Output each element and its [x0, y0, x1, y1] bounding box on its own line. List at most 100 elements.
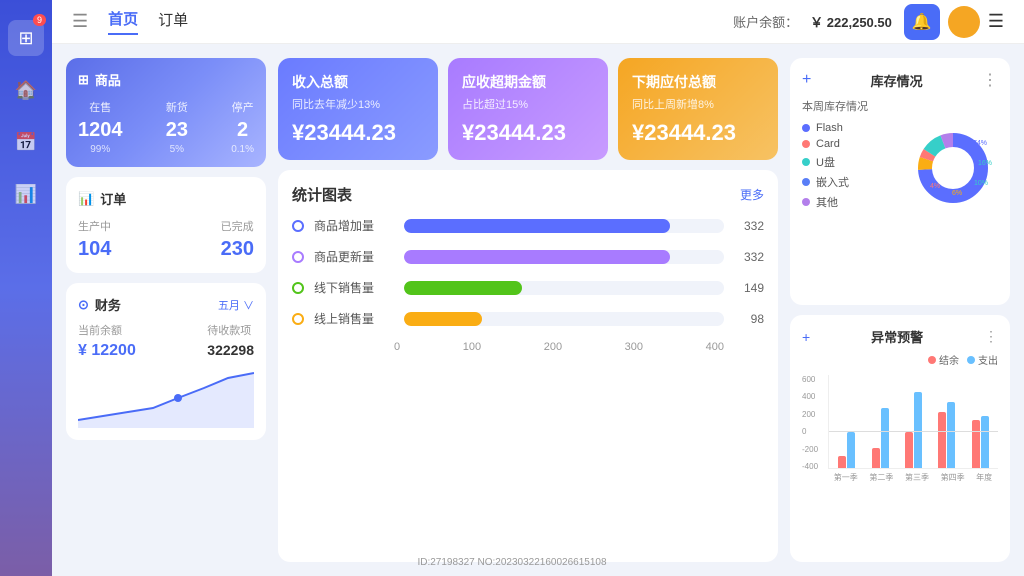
- header-actions: 🔔 ☰: [904, 4, 1004, 40]
- legend-dot-4: [802, 198, 810, 206]
- bar-row-3: 线上销售量 98: [292, 310, 764, 327]
- bar-fill-2: [404, 281, 522, 295]
- metric-card-revenue: 收入总额 同比去年减少13% ¥23444.23: [278, 58, 438, 160]
- legend-label-3: 嵌入式: [816, 174, 849, 190]
- bar-group-4: [933, 402, 960, 468]
- bar-dot-1: [292, 251, 304, 263]
- metric-cards: 收入总额 同比去年减少13% ¥23444.23 应收超期金额 占比超过15% …: [278, 58, 778, 160]
- legend-label-0: Flash: [816, 122, 843, 134]
- bar-expense-q2: [881, 408, 889, 468]
- bar-balance-q1: [838, 456, 846, 468]
- sidebar-icon-chart[interactable]: 📊: [8, 176, 44, 212]
- right-panel: + 库存情况 ⋮ 本周库存情况 Flash Card U盘 嵌入式 其他: [790, 58, 1010, 562]
- bar-label-2: 线下销售量: [314, 279, 394, 296]
- bar-value-1: 332: [734, 250, 764, 264]
- legend-dot-1: [802, 140, 810, 148]
- chart-xaxis: 0 100 200 300 400: [292, 341, 764, 353]
- sidebar-icon-home2[interactable]: 🏠: [8, 72, 44, 108]
- finance-stats: 当前余额 ¥ 12200 待收款项 322298: [78, 322, 254, 360]
- order-stats: 生产中 104 已完成 230: [78, 218, 254, 261]
- anomaly-add-button[interactable]: +: [802, 329, 810, 345]
- stat-new: 新货 23 5%: [166, 99, 188, 155]
- order-card: 📊 订单 生产中 104 已完成 230: [66, 177, 266, 273]
- bar-track-3: [404, 312, 724, 326]
- bar-rows: 商品增加量 332 商品更新量 332 线下销售量 149 线上销售量 98: [292, 217, 764, 327]
- sidebar-badge: 9: [33, 14, 46, 26]
- legend-label-1: Card: [816, 138, 840, 150]
- bar-label-3: 线上销售量: [314, 310, 394, 327]
- bar-row-2: 线下销售量 149: [292, 279, 764, 296]
- anomaly-xlabels: 第一季 第二季 第三季 第四季 年度: [828, 472, 998, 483]
- bar-group-1: [833, 432, 860, 468]
- anomaly-yaxis: 600 400 200 0 -200 -400: [802, 375, 826, 485]
- balance-value: ￥ 222,250.50: [810, 12, 892, 31]
- legend-balance: 结余: [928, 352, 959, 367]
- hamburger-button[interactable]: ☰: [988, 11, 1004, 32]
- header-left: ☰ 首页 订单: [72, 8, 188, 35]
- metric-card-payable: 下期应付总额 同比上周新增8% ¥23444.23: [618, 58, 778, 160]
- chart-more-button[interactable]: 更多: [740, 186, 764, 203]
- inventory-title: 库存情况: [871, 71, 923, 90]
- mini-chart: 01020304050607: [78, 368, 254, 428]
- bar-balance-q4: [938, 412, 946, 468]
- anomaly-bar-area: [828, 375, 998, 469]
- finance-card: ⊙ 财务 五月 ∨ 当前余额 ¥ 12200 待收款项 322298: [66, 283, 266, 440]
- bar-track-0: [404, 219, 724, 233]
- anomaly-chart-container: 600 400 200 0 -200 -400: [802, 375, 998, 485]
- legend-item-3: 嵌入式: [802, 174, 900, 190]
- bar-track-1: [404, 250, 724, 264]
- order-card-title: 📊 订单: [78, 189, 254, 208]
- legend-item-2: U盘: [802, 154, 900, 170]
- anomaly-more-button[interactable]: ⋮: [984, 328, 998, 345]
- bar-balance-q3: [905, 432, 913, 468]
- svg-text:4%: 4%: [930, 183, 940, 190]
- balance-label: 账户余额：: [733, 12, 798, 31]
- product-stats: 在售 1204 99% 新货 23 5% 停产 2 0.1%: [78, 99, 254, 155]
- inventory-add-button[interactable]: +: [802, 71, 811, 89]
- finance-icon: ⊙: [78, 297, 89, 313]
- middle-panel: 收入总额 同比去年减少13% ¥23444.23 应收超期金额 占比超过15% …: [278, 58, 778, 562]
- bar-track-2: [404, 281, 724, 295]
- stat-in-production: 生产中 104: [78, 218, 111, 261]
- stat-completed: 已完成 230: [221, 218, 254, 261]
- inventory-header: + 库存情况 ⋮: [802, 70, 998, 90]
- legend-label-2: U盘: [816, 154, 835, 170]
- inventory-more-button[interactable]: ⋮: [982, 70, 998, 90]
- metric-card-overdue: 应收超期金额 占比超过15% ¥23444.23: [448, 58, 608, 160]
- bar-fill-3: [404, 312, 482, 326]
- product-icon: ⊞: [78, 72, 89, 88]
- tab-order[interactable]: 订单: [158, 9, 188, 34]
- header: ☰ 首页 订单 账户余额： ￥ 222,250.50 🔔 ☰: [52, 0, 1024, 44]
- legend-dot-0: [802, 124, 810, 132]
- stat-discontinued: 停产 2 0.1%: [231, 99, 254, 155]
- avatar[interactable]: [948, 6, 980, 38]
- inventory-card: + 库存情况 ⋮ 本周库存情况 Flash Card U盘 嵌入式 其他: [790, 58, 1010, 305]
- bar-balance-q2: [872, 448, 880, 468]
- anomaly-legend: 结余 支出: [802, 352, 998, 367]
- finance-period[interactable]: 五月 ∨: [218, 297, 254, 313]
- bar-dot-0: [292, 220, 304, 232]
- bar-label-0: 商品增加量: [314, 217, 394, 234]
- zero-line: [829, 431, 998, 432]
- menu-icon[interactable]: ☰: [72, 11, 88, 32]
- sidebar: ⊞ 9 🏠 📅 📊: [0, 0, 52, 576]
- bar-value-2: 149: [734, 281, 764, 295]
- notification-button[interactable]: 🔔: [904, 4, 940, 40]
- legend-expense: 支出: [967, 352, 998, 367]
- inventory-legend: Flash Card U盘 嵌入式 其他: [802, 122, 900, 214]
- product-card: ⊞ 商品 在售 1204 99% 新货 23 5% 停产: [66, 58, 266, 167]
- finance-header: ⊙ 财务 五月 ∨: [78, 295, 254, 314]
- legend-item-4: 其他: [802, 194, 900, 210]
- product-card-title: ⊞ 商品: [78, 70, 254, 89]
- anomaly-header: + 异常预警 ⋮: [802, 327, 998, 346]
- anomaly-bars: 第一季 第二季 第三季 第四季 年度: [828, 375, 998, 485]
- content-area: ⊞ 商品 在售 1204 99% 新货 23 5% 停产: [52, 44, 1024, 576]
- bar-label-1: 商品更新量: [314, 248, 394, 265]
- tab-home[interactable]: 首页: [108, 8, 138, 35]
- svg-text:6%: 6%: [952, 190, 962, 197]
- sidebar-icon-calendar[interactable]: 📅: [8, 124, 44, 160]
- chart-header: 统计图表 更多: [292, 184, 764, 205]
- donut-chart: 74% 16% 10% 6% 4%: [908, 123, 998, 213]
- bar-group-3: [900, 392, 927, 468]
- bar-expense-yr: [981, 416, 989, 468]
